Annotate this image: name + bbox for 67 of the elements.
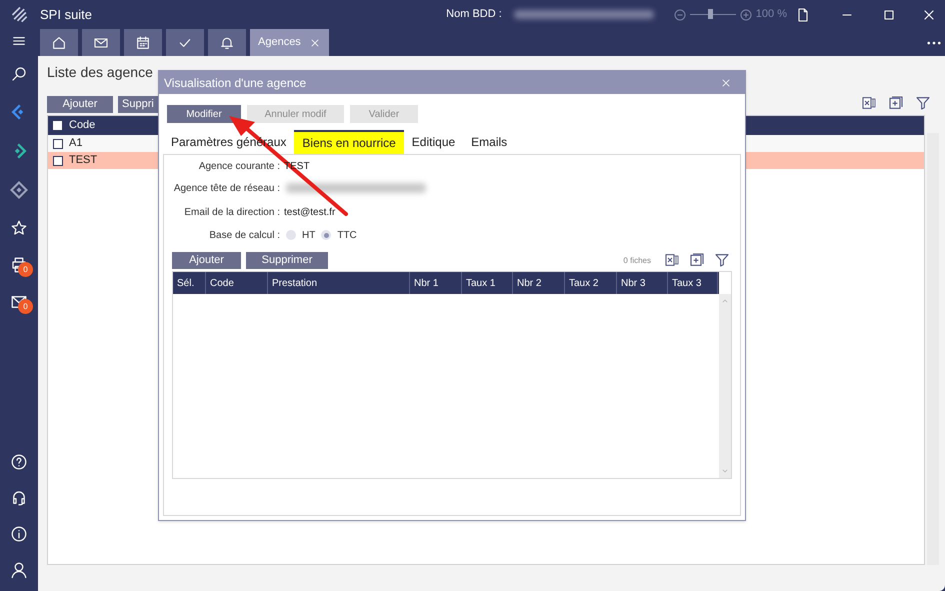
window-title: SPI suite [40, 6, 92, 24]
field-label: Agence courante : [198, 160, 280, 174]
more-icon[interactable] [927, 41, 941, 45]
column-header: Nbr 3 [617, 272, 668, 294]
count-badge: 0 [18, 262, 33, 277]
grid-button[interactable]: Supprimer [246, 252, 328, 269]
radio-button[interactable] [286, 230, 296, 240]
diamond-icon[interactable] [9, 180, 29, 200]
tab[interactable] [40, 29, 78, 56]
app-logo-icon [10, 4, 30, 24]
checkbox[interactable] [53, 138, 63, 148]
database-label: Nom BDD : [446, 7, 502, 22]
headset-icon[interactable] [10, 489, 28, 507]
table-cell-text: A1 [69, 136, 82, 152]
info-icon[interactable] [10, 525, 28, 543]
zoom-in-icon[interactable] [740, 8, 752, 20]
column-header: Sél. [173, 272, 206, 294]
field-label: Base de calcul : [208, 228, 280, 242]
home-icon [51, 34, 67, 50]
calendar-icon [135, 34, 151, 50]
zoom-out-icon[interactable] [674, 8, 686, 20]
column-header: Nbr 2 [513, 272, 565, 294]
star-icon[interactable] [10, 219, 28, 237]
field-label: Email de la direction : [183, 206, 280, 220]
zoom-reading: 100 % [756, 7, 787, 22]
dialog-title: Visualisation d'une agence [164, 74, 306, 92]
add-icon[interactable] [689, 252, 705, 268]
tab[interactable]: Editique [404, 130, 464, 154]
add-icon[interactable] [888, 95, 904, 111]
filter-icon[interactable] [714, 252, 730, 268]
radio-button[interactable] [321, 230, 332, 240]
count-badge: 0 [18, 299, 33, 314]
toolbar-button[interactable]: Suppri [118, 96, 158, 113]
tab[interactable]: Agences [250, 29, 329, 56]
mail-icon[interactable] [10, 293, 28, 311]
column-header: Prestation [268, 272, 410, 294]
column-header: Code [206, 272, 268, 294]
grid-button[interactable]: Ajouter [172, 252, 241, 269]
search-icon[interactable] [10, 65, 28, 83]
tab[interactable]: Biens en nourrice [294, 130, 404, 154]
tab[interactable] [82, 29, 120, 56]
table-cell-text: TEST [69, 153, 98, 168]
column-header: Taux 1 [462, 272, 513, 294]
printer-icon[interactable] [10, 256, 28, 274]
toolbar-button[interactable]: Ajouter [47, 96, 113, 113]
tab[interactable] [208, 29, 246, 56]
column-header: Code [69, 118, 96, 134]
column-header: Nbr 1 [410, 272, 462, 294]
column-header: Taux 2 [565, 272, 617, 294]
page-title: Liste des agence [47, 63, 153, 82]
zoom-slider[interactable] [674, 8, 752, 20]
tab[interactable] [124, 29, 162, 56]
checkbox[interactable] [53, 121, 62, 130]
filter-icon[interactable] [915, 95, 931, 111]
radio-label: HT [302, 228, 316, 242]
spreadsheet-export-icon[interactable] [664, 252, 680, 268]
spreadsheet-export-icon[interactable] [861, 95, 877, 111]
record-count: 0 fiches [623, 255, 651, 267]
field-value: test@test.fr [284, 206, 336, 220]
column-header: Taux 3 [668, 272, 718, 294]
tab[interactable]: Emails [463, 130, 516, 154]
user-icon[interactable] [10, 561, 28, 579]
checkbox[interactable] [53, 156, 63, 166]
action-button[interactable]: Modifier [167, 105, 241, 123]
radio-label: TTC [337, 228, 357, 242]
field-label: Agence tête de réseau : [172, 182, 280, 196]
help-icon[interactable] [10, 453, 28, 471]
